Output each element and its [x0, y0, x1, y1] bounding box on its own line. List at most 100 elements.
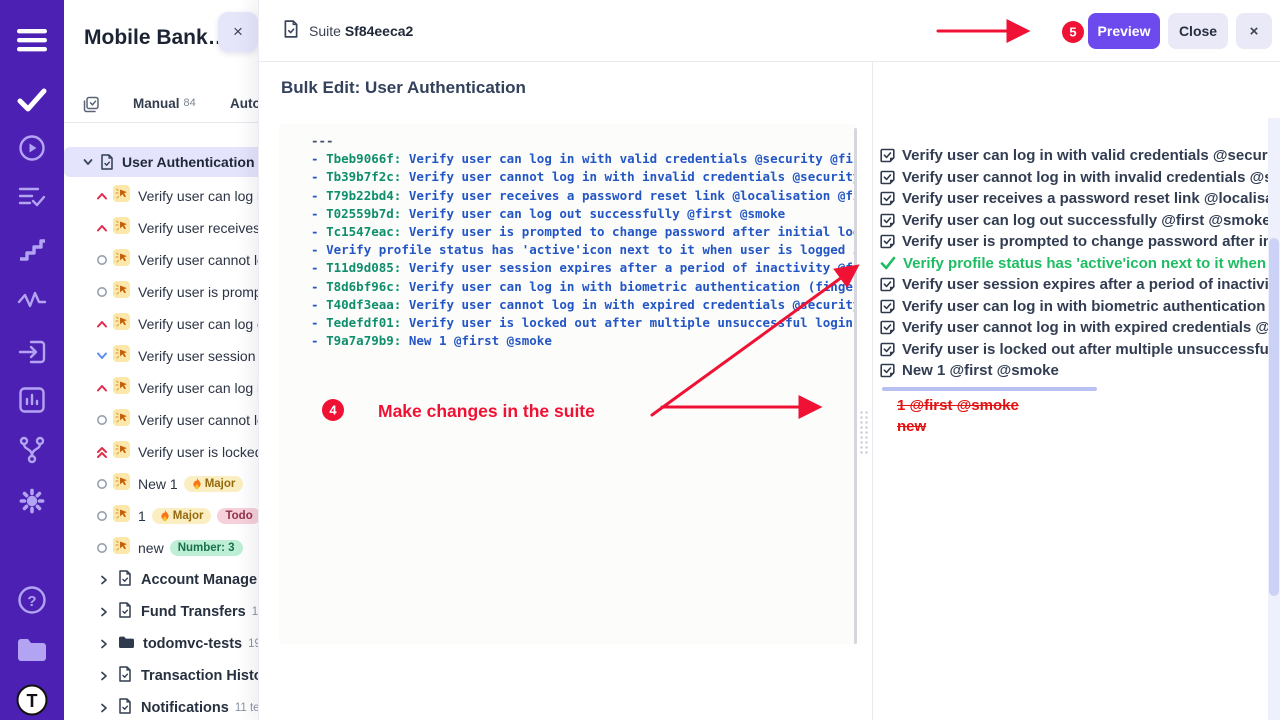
preview-item: Verify user is locked out after multiple… [880, 339, 1280, 361]
task-checkbox-icon [880, 170, 895, 185]
select-all-icon[interactable] [83, 96, 100, 118]
check-icon[interactable] [14, 82, 50, 118]
priority-normal-icon [94, 542, 109, 554]
tree-suite-row[interactable]: Notifications11 tests [64, 692, 258, 720]
editor-line: - T11d9d085: Verify user session expires… [311, 259, 855, 277]
suite-reference: Suite Sf84eeca2 [283, 20, 413, 41]
tree-test-row[interactable]: Verify user is prompted to change passwo… [64, 276, 258, 308]
tree-test-row[interactable]: 1MajorTodo [64, 500, 258, 532]
tree-test-row[interactable]: Verify user cannot log in with expired c… [64, 404, 258, 436]
project-title: Mobile Banking [84, 26, 234, 50]
priority-high-icon [94, 383, 109, 393]
tree-suite-row[interactable]: Fund Transfers12 [64, 596, 258, 628]
preview-item: Verify user can log out successfully @fi… [880, 210, 1280, 232]
priority-normal-icon [94, 414, 109, 426]
preview-scrollbar-track[interactable] [1268, 118, 1280, 720]
close-button[interactable]: Close [1168, 13, 1228, 49]
preview-item-text: Verify user receives a password reset li… [902, 190, 1280, 207]
tab-automated[interactable]: Automated [230, 96, 258, 111]
preview-scrollbar-thumb[interactable] [1269, 238, 1279, 596]
tree-test-row[interactable]: Verify user is locked out after multiple… [64, 436, 258, 468]
automated-click-icon [113, 377, 130, 399]
test-id: T9a7a79b9: [326, 333, 401, 348]
tree-test-row[interactable]: Verify user receives a password reset li… [64, 212, 258, 244]
editor-scrollbar[interactable] [854, 128, 857, 644]
x-button[interactable]: × [1236, 13, 1272, 49]
editor-line: - T02559b7d: Verify user can log out suc… [311, 205, 855, 223]
preview-removed-item: 1 @first @smoke [897, 395, 1280, 416]
test-label: New 1 [138, 476, 178, 492]
priority-normal-icon [94, 478, 109, 490]
preview-item: Verify user is prompted to change passwo… [880, 231, 1280, 253]
svg-text:?: ? [27, 593, 36, 610]
yaml-editor[interactable]: ---- Tbeb9066f: Verify user can log in w… [279, 124, 855, 644]
test-id: T02559b7d: [326, 206, 401, 221]
tree-test-row[interactable]: new Number: 3 [64, 532, 258, 564]
tree-suite-row[interactable]: todomvc-tests19 [64, 628, 258, 660]
automated-click-icon [113, 505, 130, 527]
play-icon[interactable] [14, 130, 50, 166]
priority-normal-icon [94, 254, 109, 266]
priority-normal-icon [94, 510, 109, 522]
editor-line: - T79b22bd4: Verify user receives a pass… [311, 187, 855, 205]
preview-panel: Verify user can log in with valid creden… [872, 62, 1280, 720]
flame-icon [192, 478, 202, 490]
tree-suite-row[interactable]: Transaction History [64, 660, 258, 692]
tree-test-row[interactable]: Verify user can log in with valid creden… [64, 180, 258, 212]
help-icon[interactable]: ? [14, 582, 50, 618]
drawer-close-button[interactable]: × [218, 12, 258, 52]
panel-resize-grip[interactable] [859, 410, 870, 456]
test-label: new [138, 540, 164, 556]
chevron-down-icon [82, 156, 94, 168]
test-tree: User AuthenticationVerify user can log i… [64, 147, 258, 720]
badge-number: Number: 3 [170, 540, 243, 556]
chevron-right-icon [98, 606, 110, 618]
preview-item-text: Verify user session expires after a peri… [902, 276, 1280, 293]
task-checkbox-icon [880, 191, 895, 206]
folder-icon[interactable] [14, 632, 50, 668]
automated-click-icon [113, 249, 130, 271]
tree-test-row[interactable]: Verify user session expires after a peri… [64, 340, 258, 372]
suite-label: Notifications [141, 700, 229, 716]
list-check-icon[interactable] [14, 179, 50, 215]
menu-icon[interactable] [14, 22, 50, 58]
preview-item-text: Verify user can log out successfully @fi… [902, 212, 1271, 229]
priority-normal-icon [94, 286, 109, 298]
tree-test-row[interactable]: Verify user can log in with biometric au… [64, 372, 258, 404]
preview-removed-item: new [897, 416, 1280, 437]
avatar[interactable]: T [14, 682, 50, 718]
task-checkbox-icon [880, 234, 895, 249]
bulk-edit-modal: Suite Sf84eeca2 Preview Close × Bulk Edi… [258, 0, 1280, 720]
preview-item-text: Verify profile status has 'active'icon n… [903, 255, 1280, 272]
badge-major: Major [184, 476, 244, 492]
priority-high-icon [94, 223, 109, 233]
test-label: 1 [138, 508, 146, 524]
tree-test-row[interactable]: Verify user cannot log in with invalid c… [64, 244, 258, 276]
priority-low-icon [94, 351, 109, 361]
activity-icon[interactable] [14, 282, 50, 318]
branch-icon[interactable] [14, 432, 50, 468]
preview-button[interactable]: Preview [1088, 13, 1160, 49]
editor-line: - Tedefdf01: Verify user is locked out a… [311, 314, 855, 332]
task-checkbox-icon [880, 213, 895, 228]
tree-test-row[interactable]: New 1 Major [64, 468, 258, 500]
automated-click-icon [113, 281, 130, 303]
badge-todo: Todo [217, 508, 258, 524]
tab-manual[interactable]: Manual84 [133, 96, 196, 111]
test-label: Verify user receives a password reset li… [138, 220, 258, 236]
test-label: Verify user cannot log in with invalid c… [138, 252, 258, 268]
gear-icon[interactable] [14, 483, 50, 519]
automated-click-icon [113, 313, 130, 335]
test-label: Verify user cannot log in with expired c… [138, 412, 258, 428]
bar-chart-icon[interactable] [14, 382, 50, 418]
test-id: T40df3eaa: [326, 297, 401, 312]
import-icon[interactable] [14, 334, 50, 370]
editor-line: - T40df3eaa: Verify user cannot log in w… [311, 296, 855, 314]
steps-icon[interactable] [14, 232, 50, 268]
tree-test-row[interactable]: Verify user can log out successfully [64, 308, 258, 340]
tree-suite-row[interactable]: Account Management [64, 564, 258, 596]
tree-suite-user-authentication[interactable]: User Authentication [64, 147, 258, 177]
drawer-tabs: Manual84 Automated [64, 94, 258, 123]
editor-line: - Tb39b7f2c: Verify user cannot log in w… [311, 168, 855, 186]
automated-click-icon [113, 217, 130, 239]
